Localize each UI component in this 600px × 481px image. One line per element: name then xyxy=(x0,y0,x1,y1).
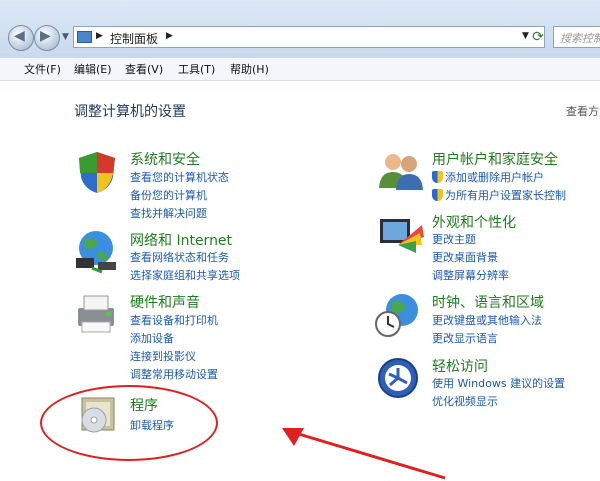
annotation-circle xyxy=(40,385,218,461)
link-optimize-video[interactable]: 优化视频显示 xyxy=(432,393,498,409)
back-arrow-icon: ◀ xyxy=(14,28,25,44)
view-by-label: 查看方式 xyxy=(566,105,600,118)
appearance-monitor-icon[interactable] xyxy=(376,215,426,259)
link-screen-resolution[interactable]: 调整屏幕分辨率 xyxy=(432,267,509,283)
menu-tools[interactable]: 工具(T) xyxy=(178,61,215,77)
page-title: 调整计算机的设置 xyxy=(74,104,186,120)
uac-shield-icon xyxy=(432,171,443,183)
back-button[interactable]: ◀ xyxy=(8,25,34,51)
link-devices-printers[interactable]: 查看设备和打印机 xyxy=(130,312,218,328)
category-ease-of-access[interactable]: 轻松访问 xyxy=(432,356,488,376)
link-view-computer-status[interactable]: 查看您的计算机状态 xyxy=(130,169,229,185)
link-add-remove-accounts[interactable]: 添加或删除用户帐户 xyxy=(432,169,544,185)
annotation-arrow xyxy=(282,428,446,480)
menu-view[interactable]: 查看(V) xyxy=(125,61,163,77)
link-recommended-settings[interactable]: 使用 Windows 建议的设置 xyxy=(432,375,565,391)
refresh-button[interactable]: ⟳ xyxy=(528,27,548,47)
link-change-theme[interactable]: 更改主题 xyxy=(432,231,476,247)
menu-bar: 文件(F) 编辑(E) 查看(V) 工具(T) 帮助(H) xyxy=(0,58,600,81)
forward-arrow-icon: ▶ xyxy=(40,28,51,44)
refresh-icon: ⟳ xyxy=(532,29,544,45)
category-clock-language-region[interactable]: 时钟、语言和区域 xyxy=(432,292,544,312)
menu-help[interactable]: 帮助(H) xyxy=(230,61,269,77)
link-desktop-background[interactable]: 更改桌面背景 xyxy=(432,249,498,265)
uac-shield-icon xyxy=(432,189,443,201)
users-icon[interactable] xyxy=(376,150,426,190)
search-input[interactable]: 搜索控制面 xyxy=(553,26,600,48)
breadcrumb-separator-icon[interactable]: ▶ xyxy=(166,31,173,41)
ease-of-access-icon[interactable] xyxy=(376,356,420,400)
shield-icon[interactable] xyxy=(74,149,120,195)
category-user-accounts[interactable]: 用户帐户和家庭安全 xyxy=(432,149,558,169)
link-keyboard-input[interactable]: 更改键盘或其他输入法 xyxy=(432,312,542,328)
link-display-language[interactable]: 更改显示语言 xyxy=(432,330,498,346)
menu-edit[interactable]: 编辑(E) xyxy=(74,61,112,77)
breadcrumb-control-panel[interactable]: 控制面板 xyxy=(110,30,158,47)
recent-pages-dropdown[interactable]: ▼ xyxy=(62,32,69,42)
link-add-device[interactable]: 添加设备 xyxy=(130,330,174,346)
category-appearance[interactable]: 外观和个性化 xyxy=(432,212,516,232)
printer-icon[interactable] xyxy=(72,292,122,338)
breadcrumb-separator-icon[interactable]: ▶ xyxy=(96,31,103,41)
category-system-security[interactable]: 系统和安全 xyxy=(130,149,200,169)
category-network-internet[interactable]: 网络和 Internet xyxy=(130,230,232,250)
link-mobility-settings[interactable]: 调整常用移动设置 xyxy=(130,366,218,382)
forward-button[interactable]: ▶ xyxy=(34,25,60,51)
link-homegroup-sharing[interactable]: 选择家庭组和共享选项 xyxy=(130,267,240,283)
link-troubleshoot[interactable]: 查找并解决问题 xyxy=(130,205,207,221)
link-add-remove-accounts-label: 添加或删除用户帐户 xyxy=(445,171,544,184)
address-bar[interactable]: ▶ 控制面板 ▶ ▼ xyxy=(73,26,545,48)
clock-globe-icon[interactable] xyxy=(374,292,424,340)
control-panel-icon xyxy=(77,31,92,43)
category-hardware-sound[interactable]: 硬件和声音 xyxy=(130,292,200,312)
globe-network-icon[interactable] xyxy=(72,228,122,276)
link-parental-controls[interactable]: 为所有用户设置家长控制 xyxy=(432,187,566,203)
link-backup-computer[interactable]: 备份您的计算机 xyxy=(130,187,207,203)
link-parental-controls-label: 为所有用户设置家长控制 xyxy=(445,189,566,202)
link-connect-projector[interactable]: 连接到投影仪 xyxy=(130,348,196,364)
link-network-status[interactable]: 查看网络状态和任务 xyxy=(130,249,229,265)
menu-file[interactable]: 文件(F) xyxy=(24,61,61,77)
title-bar: ◀ ▶ ▼ ▶ 控制面板 ▶ ▼ ⟳ 搜索控制面 xyxy=(0,0,600,59)
